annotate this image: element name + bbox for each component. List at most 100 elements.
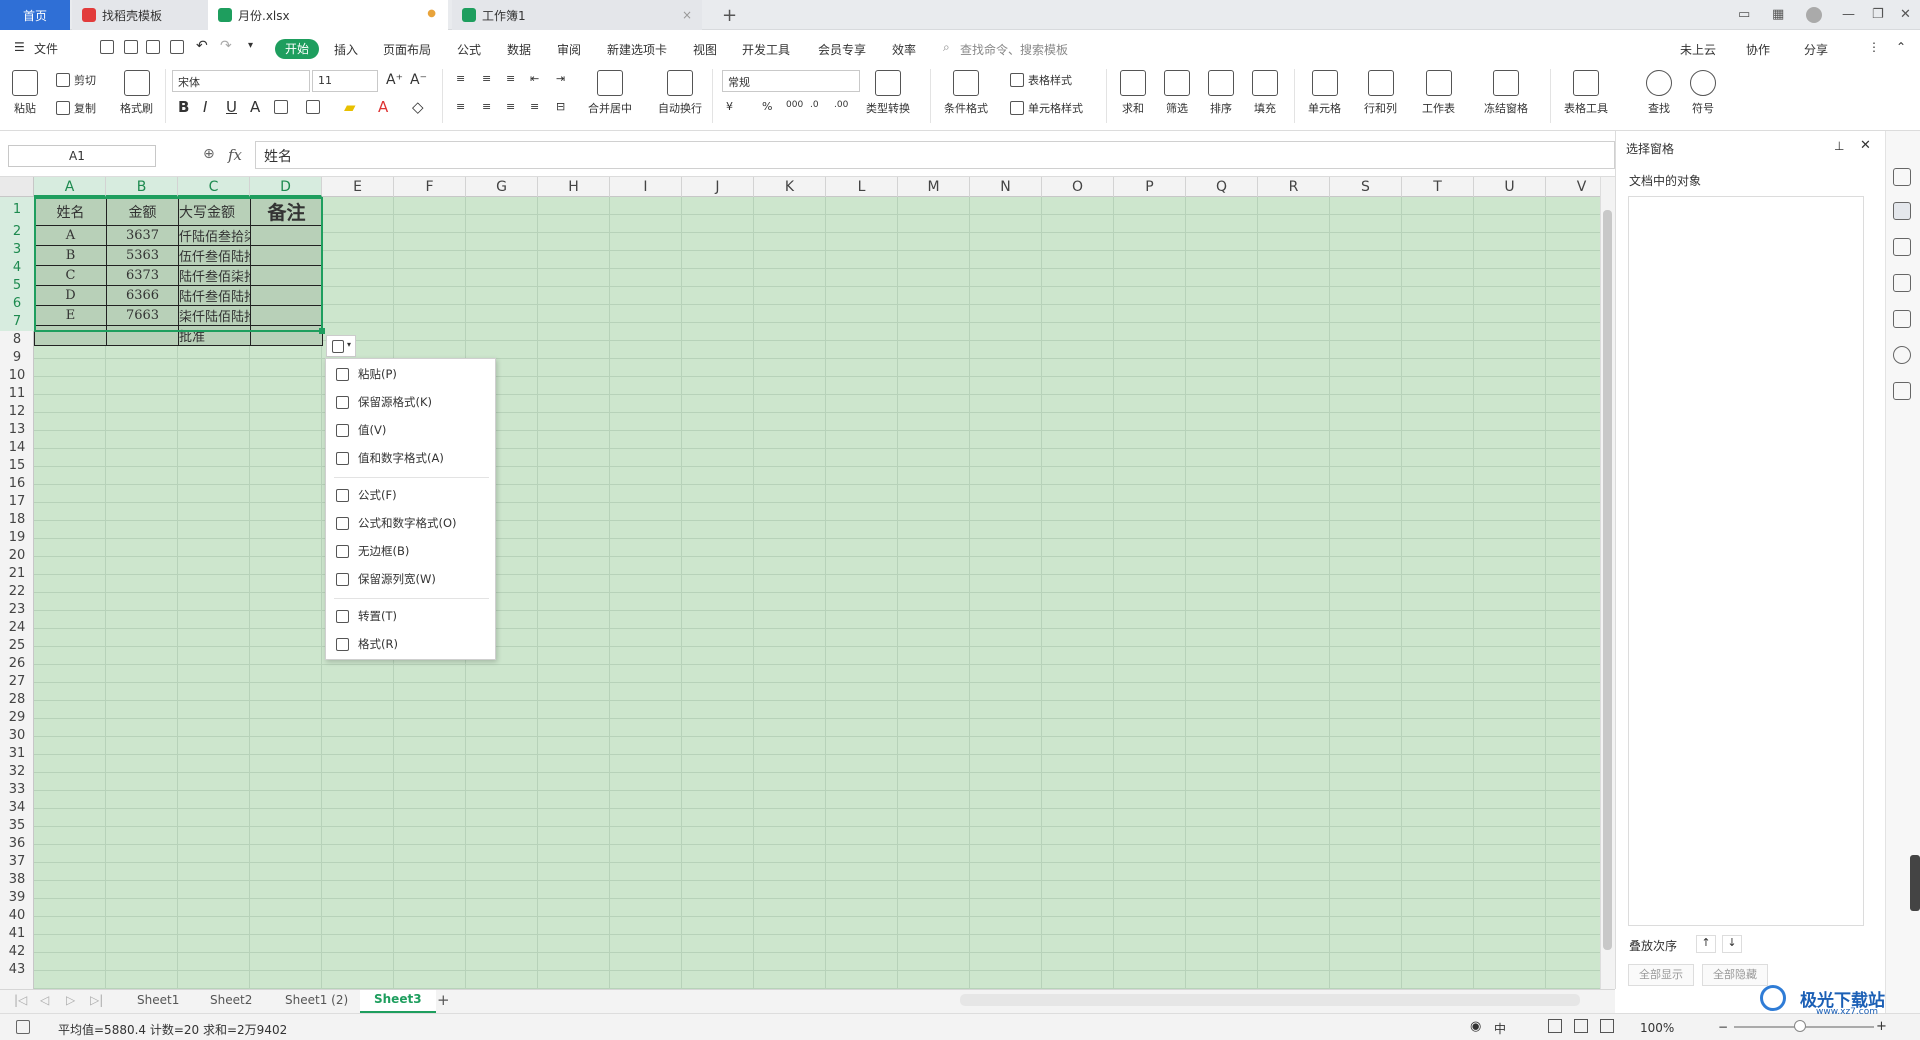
column-header-u[interactable]: U [1474, 177, 1546, 197]
column-header-p[interactable]: P [1114, 177, 1186, 197]
column-header-f[interactable]: F [394, 177, 466, 197]
currency-icon[interactable]: ¥ [726, 100, 733, 113]
percent-icon[interactable]: % [762, 100, 772, 113]
copy-button[interactable]: 复制 [56, 100, 96, 116]
menu-insert[interactable]: 插入 [334, 41, 358, 58]
prev-sheet-icon[interactable]: ◁ [40, 993, 49, 1007]
object-list[interactable] [1628, 196, 1864, 926]
table-style-button[interactable]: 表格样式 [1010, 72, 1072, 88]
row-header-7[interactable]: 7 [0, 313, 34, 331]
row-header-36[interactable]: 36 [0, 835, 34, 853]
row-header-16[interactable]: 16 [0, 475, 34, 493]
distributed-icon[interactable]: ⊟ [556, 100, 565, 113]
table-cell[interactable]: 7663 [106, 305, 179, 326]
menu-view[interactable]: 视图 [693, 41, 717, 58]
zoom-out-icon[interactable]: − [1718, 1020, 1728, 1034]
column-header-l[interactable]: L [826, 177, 898, 197]
strikethrough-icon[interactable]: A [250, 98, 260, 116]
align-top-icon[interactable]: ≡ [456, 72, 465, 85]
font-size-select[interactable]: 11 [312, 70, 378, 92]
cell-button[interactable]: 单元格 [1308, 70, 1341, 116]
horizontal-scrollbar[interactable] [960, 994, 1580, 1006]
row-header-33[interactable]: 33 [0, 781, 34, 799]
italic-icon[interactable]: I [203, 98, 207, 116]
macro-icon[interactable] [16, 1020, 30, 1034]
cursor-select-icon[interactable] [1893, 202, 1911, 220]
thousands-icon[interactable]: 000 [786, 100, 803, 110]
menu-efficiency[interactable]: 效率 [892, 41, 916, 58]
select-all-corner[interactable] [0, 177, 34, 197]
bold-icon[interactable]: B [178, 98, 189, 116]
font-name-select[interactable]: 宋体 [172, 70, 310, 92]
print-icon[interactable] [146, 40, 160, 54]
menu-new-tab[interactable]: 新建选项卡 [607, 41, 667, 58]
wrap-text-button[interactable]: 自动换行 [658, 70, 702, 116]
clear-format-icon[interactable]: ◇ [412, 98, 424, 116]
align-right-icon[interactable]: ≡ [506, 100, 515, 113]
freeze-panes-button[interactable]: 冻结窗格 [1484, 70, 1528, 116]
row-header-13[interactable]: 13 [0, 421, 34, 439]
fill-shape-icon[interactable] [306, 100, 324, 114]
align-middle-icon[interactable]: ≡ [482, 72, 491, 85]
rocket-icon[interactable] [1893, 168, 1911, 186]
row-header-11[interactable]: 11 [0, 385, 34, 403]
align-bottom-icon[interactable]: ≡ [506, 72, 515, 85]
column-header-s[interactable]: S [1330, 177, 1402, 197]
justify-icon[interactable]: ≡ [530, 100, 539, 113]
row-header-43[interactable]: 43 [0, 961, 34, 979]
table-cell[interactable] [34, 325, 107, 346]
row-header-6[interactable]: 6 [0, 295, 34, 313]
table-cell[interactable] [250, 305, 323, 326]
redo-icon[interactable]: ↷ [220, 38, 232, 54]
paste-option-values[interactable]: 值(V) [326, 417, 495, 443]
type-convert-button[interactable]: 类型转换 [866, 70, 910, 116]
tab-templates[interactable]: 找稻壳模板 [72, 0, 210, 30]
column-header-t[interactable]: T [1402, 177, 1474, 197]
column-header-n[interactable]: N [970, 177, 1042, 197]
collapse-ribbon-icon[interactable]: ⌃ [1896, 40, 1906, 54]
table-cell[interactable]: 陆仟叁佰陆拾陆 [178, 285, 251, 306]
column-header-v[interactable]: V [1546, 177, 1600, 197]
table-cell[interactable]: 姓名 [34, 197, 107, 226]
location-icon[interactable] [1893, 346, 1911, 364]
formula-input[interactable]: 姓名 [255, 141, 1615, 169]
indent-decrease-icon[interactable]: ⇤ [530, 72, 539, 85]
decrease-decimal-icon[interactable]: .00 [834, 100, 848, 110]
side-handle[interactable] [1910, 855, 1920, 911]
table-cell[interactable]: B [34, 245, 107, 266]
close-tab-icon[interactable]: × [682, 8, 692, 22]
collaborate-button[interactable]: 协作 [1746, 41, 1770, 58]
row-header-21[interactable]: 21 [0, 565, 34, 583]
row-header-42[interactable]: 42 [0, 943, 34, 961]
paste-button[interactable]: 粘贴 [12, 70, 38, 116]
table-cell[interactable] [106, 325, 179, 346]
table-cell[interactable]: 金额 [106, 197, 179, 226]
row-header-24[interactable]: 24 [0, 619, 34, 637]
table-cell[interactable]: 大写金额 [178, 197, 251, 226]
column-header-o[interactable]: O [1042, 177, 1114, 197]
row-col-button[interactable]: 行和列 [1364, 70, 1397, 116]
table-cell[interactable]: 柒仟陆佰陆拾叁 [178, 305, 251, 326]
row-header-40[interactable]: 40 [0, 907, 34, 925]
worksheet-button[interactable]: 工作表 [1422, 70, 1455, 116]
tab-workbook1[interactable]: 工作簿1 × [452, 0, 702, 30]
row-header-1[interactable]: 1 [0, 197, 34, 223]
hamburger-icon[interactable]: ☰ [14, 40, 25, 54]
zoom-in-icon[interactable]: + [1876, 1019, 1887, 1034]
row-header-20[interactable]: 20 [0, 547, 34, 565]
table-cell[interactable]: 6373 [106, 265, 179, 286]
menu-file[interactable]: 文件 [34, 40, 58, 57]
close-pane-icon[interactable]: ✕ [1860, 138, 1871, 153]
row-header-12[interactable]: 12 [0, 403, 34, 421]
merge-center-button[interactable]: 合并居中 [588, 70, 632, 116]
quick-access-dropdown-icon[interactable]: ▾ [248, 40, 253, 51]
bring-forward-icon[interactable]: ↑ [1696, 935, 1716, 953]
column-header-q[interactable]: Q [1186, 177, 1258, 197]
sort-button[interactable]: 排序 [1208, 70, 1234, 116]
sum-button[interactable]: 求和 [1120, 70, 1146, 116]
first-sheet-icon[interactable]: |◁ [14, 993, 27, 1007]
decrease-font-icon[interactable]: A⁻ [410, 72, 427, 88]
eye-protection-icon[interactable]: ◉ [1470, 1019, 1481, 1034]
hide-all-button[interactable]: 全部隐藏 [1702, 964, 1768, 986]
new-tab-button[interactable]: + [712, 0, 737, 30]
